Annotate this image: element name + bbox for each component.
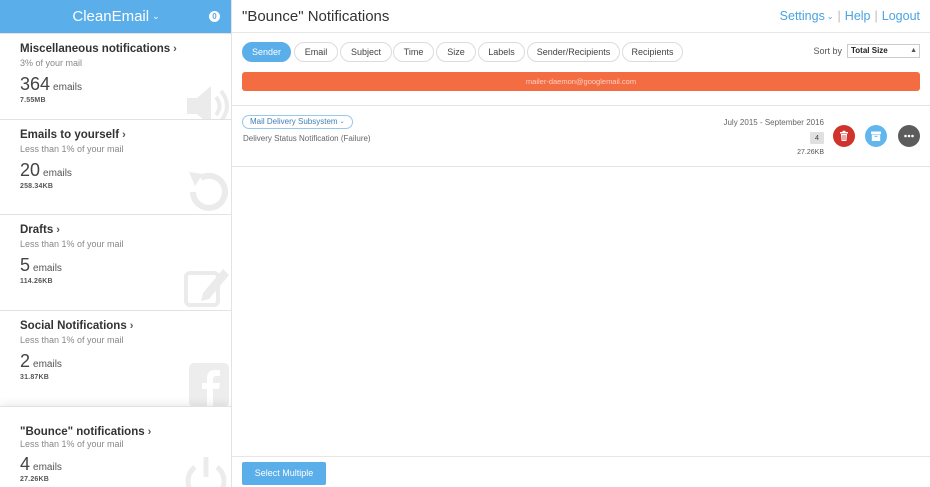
- more-options-button[interactable]: [898, 125, 920, 147]
- category-card-emails-to-yourself[interactable]: Emails to yourself › Less than 1% of your…: [0, 119, 231, 215]
- date-range: July 2015 - September 2016: [723, 118, 824, 127]
- category-count: 20 emails: [20, 160, 72, 180]
- email-subject: Delivery Status Notification (Failure): [243, 134, 371, 143]
- category-subtitle: Less than 1% of your mail: [20, 144, 124, 154]
- sort-value: Total Size: [851, 46, 888, 55]
- category-title: Miscellaneous notifications ›: [20, 43, 177, 55]
- chevron-right-icon: ›: [147, 426, 152, 438]
- brand-title[interactable]: CleanEmail ⌄: [0, 0, 231, 33]
- category-title: "Bounce" notifications ›: [20, 426, 152, 438]
- category-count: 5 emails: [20, 255, 62, 275]
- chevron-right-icon: ›: [173, 43, 177, 55]
- group-size: 27.26KB: [797, 149, 824, 156]
- settings-link[interactable]: Settings ⌄: [780, 9, 834, 23]
- tab-time[interactable]: Time: [393, 42, 434, 62]
- sort-label: Sort by: [813, 46, 842, 56]
- power-icon: [185, 457, 227, 487]
- notification-badge[interactable]: 0: [209, 11, 220, 22]
- chevron-right-icon: ›: [56, 224, 60, 236]
- more-dots-icon: [904, 134, 914, 138]
- delete-button[interactable]: [833, 125, 855, 147]
- category-size: 31.87KB: [20, 374, 50, 381]
- category-subtitle: Less than 1% of your mail: [20, 335, 124, 345]
- category-card-social[interactable]: Social Notifications › Less than 1% of yo…: [0, 310, 231, 406]
- category-subtitle: Less than 1% of your mail: [20, 439, 124, 449]
- chevron-right-icon: ›: [129, 320, 134, 332]
- undo-arrow-icon: [189, 172, 228, 211]
- chevron-down-icon: ⌄: [826, 12, 834, 21]
- category-title: Social Notifications ›: [20, 320, 134, 332]
- sender-filter-pill[interactable]: Mail Delivery Subsystem ⌄: [242, 115, 353, 129]
- category-size: 114.26KB: [20, 278, 53, 285]
- category-card-drafts[interactable]: Drafts › Less than 1% of your mail 5 email…: [0, 214, 231, 310]
- help-link[interactable]: Help: [845, 9, 871, 23]
- category-size: 27.26KB: [20, 476, 50, 483]
- page-title: "Bounce" Notifications: [242, 8, 390, 25]
- brand-header[interactable]: CleanEmail ⌄ 0: [0, 0, 231, 33]
- updown-caret-icon: ▲: [910, 47, 917, 54]
- sidebar: CleanEmail ⌄ 0 Miscellaneous notification…: [0, 0, 232, 487]
- email-group-row[interactable]: Mail Delivery Subsystem ⌄ Delivery Status…: [232, 105, 930, 167]
- archive-icon: [871, 131, 881, 141]
- brand-title-text: CleanEmail: [72, 8, 150, 25]
- nav-separator: |: [874, 9, 878, 23]
- tab-email[interactable]: Email: [294, 42, 338, 62]
- top-nav: Settings ⌄ | Help | Logout: [780, 9, 920, 23]
- tab-sender[interactable]: Sender: [242, 42, 291, 62]
- category-card-bounce[interactable]: "Bounce" notifications › Less than 1% of …: [0, 406, 231, 487]
- chevron-right-icon: ›: [122, 129, 126, 141]
- select-multiple-button[interactable]: Select Multiple: [242, 462, 326, 485]
- category-size: 7.55MB: [20, 97, 46, 104]
- category-count: 4 emails: [20, 454, 62, 474]
- top-header: "Bounce" Notifications Settings ⌄ | Help | Lo…: [232, 0, 930, 33]
- category-count: 364 emails: [20, 74, 82, 94]
- category-count: 2 emails: [20, 351, 62, 371]
- message-count-badge: 4: [810, 132, 824, 144]
- trash-icon: [840, 130, 848, 141]
- category-card-misc[interactable]: Miscellaneous notifications › 3% of your …: [0, 33, 231, 129]
- edit-icon: [184, 269, 229, 307]
- bottom-bar: Select Multiple: [232, 456, 930, 487]
- app: CleanEmail ⌄ 0 Miscellaneous notification…: [0, 0, 930, 487]
- tab-size[interactable]: Size: [436, 42, 476, 62]
- category-size: 258.34KB: [20, 183, 54, 190]
- tab-labels[interactable]: Labels: [478, 42, 525, 62]
- chevron-down-icon: ⌄: [339, 119, 345, 125]
- tab-subject[interactable]: Subject: [340, 42, 392, 62]
- sort-select[interactable]: Total Size ▲: [847, 44, 920, 58]
- sender-group-bar[interactable]: mailer-daemon@googlemail.com: [242, 72, 920, 91]
- tab-recipients[interactable]: Recipients: [622, 42, 683, 62]
- category-subtitle: Less than 1% of your mail: [20, 239, 124, 249]
- sort-control: Sort by Total Size ▲: [800, 44, 920, 59]
- nav-separator: |: [837, 9, 841, 23]
- archive-button[interactable]: [865, 125, 887, 147]
- category-title: Drafts ›: [20, 224, 60, 236]
- chevron-down-icon: ⌄: [152, 11, 160, 21]
- facebook-icon: [189, 363, 229, 406]
- category-title: Emails to yourself ›: [20, 129, 126, 141]
- logout-link[interactable]: Logout: [882, 9, 920, 23]
- tab-sender-recipients[interactable]: Sender/Recipients: [527, 42, 620, 62]
- category-subtitle: 3% of your mail: [20, 58, 83, 68]
